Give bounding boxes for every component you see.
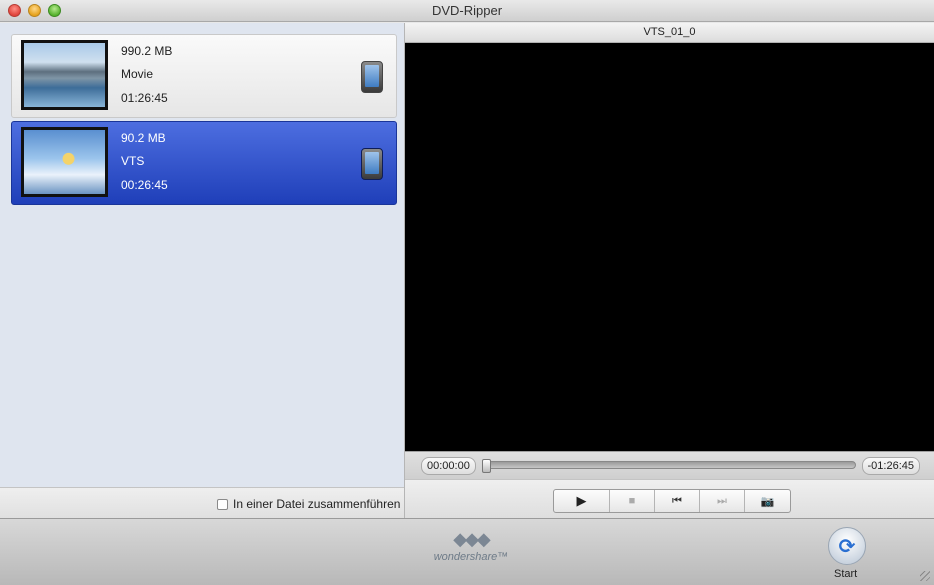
next-button[interactable]: ⏭ [700, 490, 745, 512]
stop-icon: ■ [628, 495, 636, 507]
window-title: DVD-Ripper [431, 3, 503, 18]
title-item-vts[interactable]: 90.2 MB VTS 00:26:45 [11, 121, 397, 205]
preview-title: VTS_01_0 [405, 23, 934, 43]
seek-slider-knob[interactable] [482, 459, 491, 473]
wondershare-logo: ◆◆◆ wondershare™ [416, 529, 526, 573]
play-icon: ▶ [576, 493, 587, 508]
playback-controls: ▶ ■ ⏮ ⏭ 📷 [553, 489, 791, 513]
title-duration: 01:26:45 [121, 91, 168, 105]
playback-controls-bar: ▶ ■ ⏮ ⏭ 📷 [405, 479, 934, 518]
time-bar: 00:00:00 -01:26:45 [405, 451, 934, 479]
preview-panel: VTS_01_0 00:00:00 -01:26:45 ▶ ■ ⏮ ⏭ 📷 [405, 23, 934, 518]
title-bar: DVD-Ripper [0, 0, 934, 22]
title-size: 90.2 MB [121, 131, 166, 145]
current-time: 00:00:00 [421, 457, 476, 475]
title-item-movie[interactable]: 990.2 MB Movie 01:26:45 [11, 34, 397, 118]
phone-icon[interactable] [361, 148, 383, 180]
merge-bar: In einer Datei zusammenführen [0, 487, 404, 518]
windsurfer-thumbnail [24, 130, 105, 194]
snapshot-icon: 📷 [760, 495, 775, 508]
wondershare-logo-icon: ◆◆◆ [453, 529, 491, 549]
start-label[interactable]: Start [834, 568, 857, 580]
previous-icon: ⏮ [672, 494, 682, 507]
phone-icon[interactable] [361, 61, 383, 93]
stop-button[interactable]: ■ [610, 490, 655, 512]
video-preview [405, 43, 934, 451]
title-name: Movie [121, 67, 154, 81]
snapshot-button[interactable]: 📷 [745, 490, 790, 512]
bottom-bar: ◆◆◆ wondershare™ ⟳ Start [0, 518, 934, 585]
title-thumbnail [21, 127, 108, 197]
mountain-lake-thumbnail [24, 43, 105, 107]
title-thumbnail [21, 40, 108, 110]
wondershare-logo-text: wondershare™ [433, 551, 509, 563]
title-list-panel: 990.2 MB Movie 01:26:45 90.2 MB VTS 00:2… [0, 23, 405, 518]
merge-checkbox[interactable] [217, 499, 228, 510]
remaining-time: -01:26:45 [861, 457, 920, 475]
resize-grip[interactable] [920, 571, 930, 581]
title-duration: 00:26:45 [121, 178, 168, 192]
refresh-icon: ⟳ [838, 535, 856, 558]
title-name: VTS [121, 154, 145, 168]
merge-label[interactable]: In einer Datei zusammenführen [233, 497, 400, 511]
play-button[interactable]: ▶ [554, 490, 610, 512]
next-icon: ⏭ [717, 494, 727, 507]
seek-slider[interactable] [482, 459, 856, 473]
previous-button[interactable]: ⏮ [655, 490, 700, 512]
title-size: 990.2 MB [121, 44, 173, 58]
start-button[interactable]: ⟳ [828, 527, 866, 565]
